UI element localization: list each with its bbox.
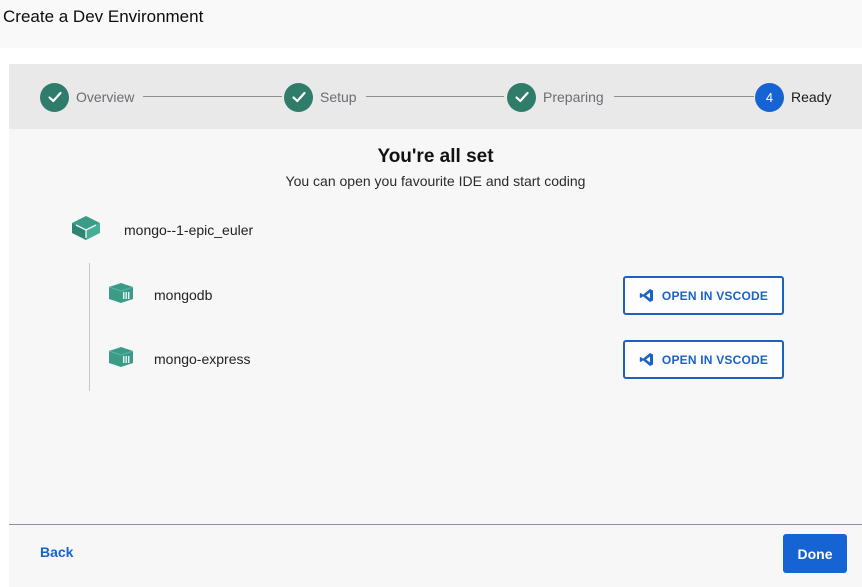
step-label: Overview — [76, 89, 135, 105]
environment-name: mongo--1-epic_euler — [124, 222, 254, 238]
vscode-icon — [639, 288, 654, 303]
step-number: 4 — [755, 82, 784, 112]
check-icon — [284, 82, 313, 112]
tree-connector — [89, 263, 90, 391]
step-label: Preparing — [543, 89, 604, 105]
footer-divider — [9, 524, 862, 525]
title-bar: Create a Dev Environment — [0, 0, 862, 48]
container-icon — [108, 282, 134, 309]
window-title: Create a Dev Environment — [3, 7, 204, 26]
check-icon — [507, 82, 536, 112]
service-name: mongo-express — [154, 351, 251, 367]
step-overview: Overview — [40, 82, 134, 112]
button-label: OPEN IN VSCODE — [661, 288, 769, 303]
stepper: Overview Setup Preparing 4 Ready — [9, 64, 862, 129]
page-subheading: You can open you favourite IDE and start… — [285, 173, 586, 189]
step-label: Setup — [320, 89, 357, 105]
button-label: OPEN IN VSCODE — [661, 352, 769, 367]
vscode-icon — [639, 352, 654, 367]
dialog-panel: Overview Setup Preparing 4 Ready You're … — [9, 64, 862, 587]
box-stack-icon — [69, 214, 103, 247]
service-name: mongodb — [154, 287, 213, 303]
open-in-vscode-button[interactable]: OPEN IN VSCODE — [623, 340, 784, 379]
container-icon — [108, 346, 134, 373]
service-row-mongo-express: mongo-express — [108, 346, 251, 373]
environment-row: mongo--1-epic_euler — [69, 214, 254, 247]
step-connector — [614, 96, 754, 97]
step-preparing: Preparing — [507, 82, 604, 112]
step-connector — [366, 96, 504, 97]
step-label: Ready — [791, 89, 832, 105]
check-icon — [40, 82, 69, 112]
open-in-vscode-button[interactable]: OPEN IN VSCODE — [623, 276, 784, 315]
step-setup: Setup — [284, 82, 357, 112]
step-ready: 4 Ready — [755, 82, 831, 112]
step-connector — [143, 96, 282, 97]
page-heading: You're all set — [377, 146, 494, 167]
done-button[interactable]: Done — [783, 534, 847, 573]
service-row-mongodb: mongodb — [108, 282, 213, 309]
back-button[interactable]: Back — [40, 544, 73, 564]
